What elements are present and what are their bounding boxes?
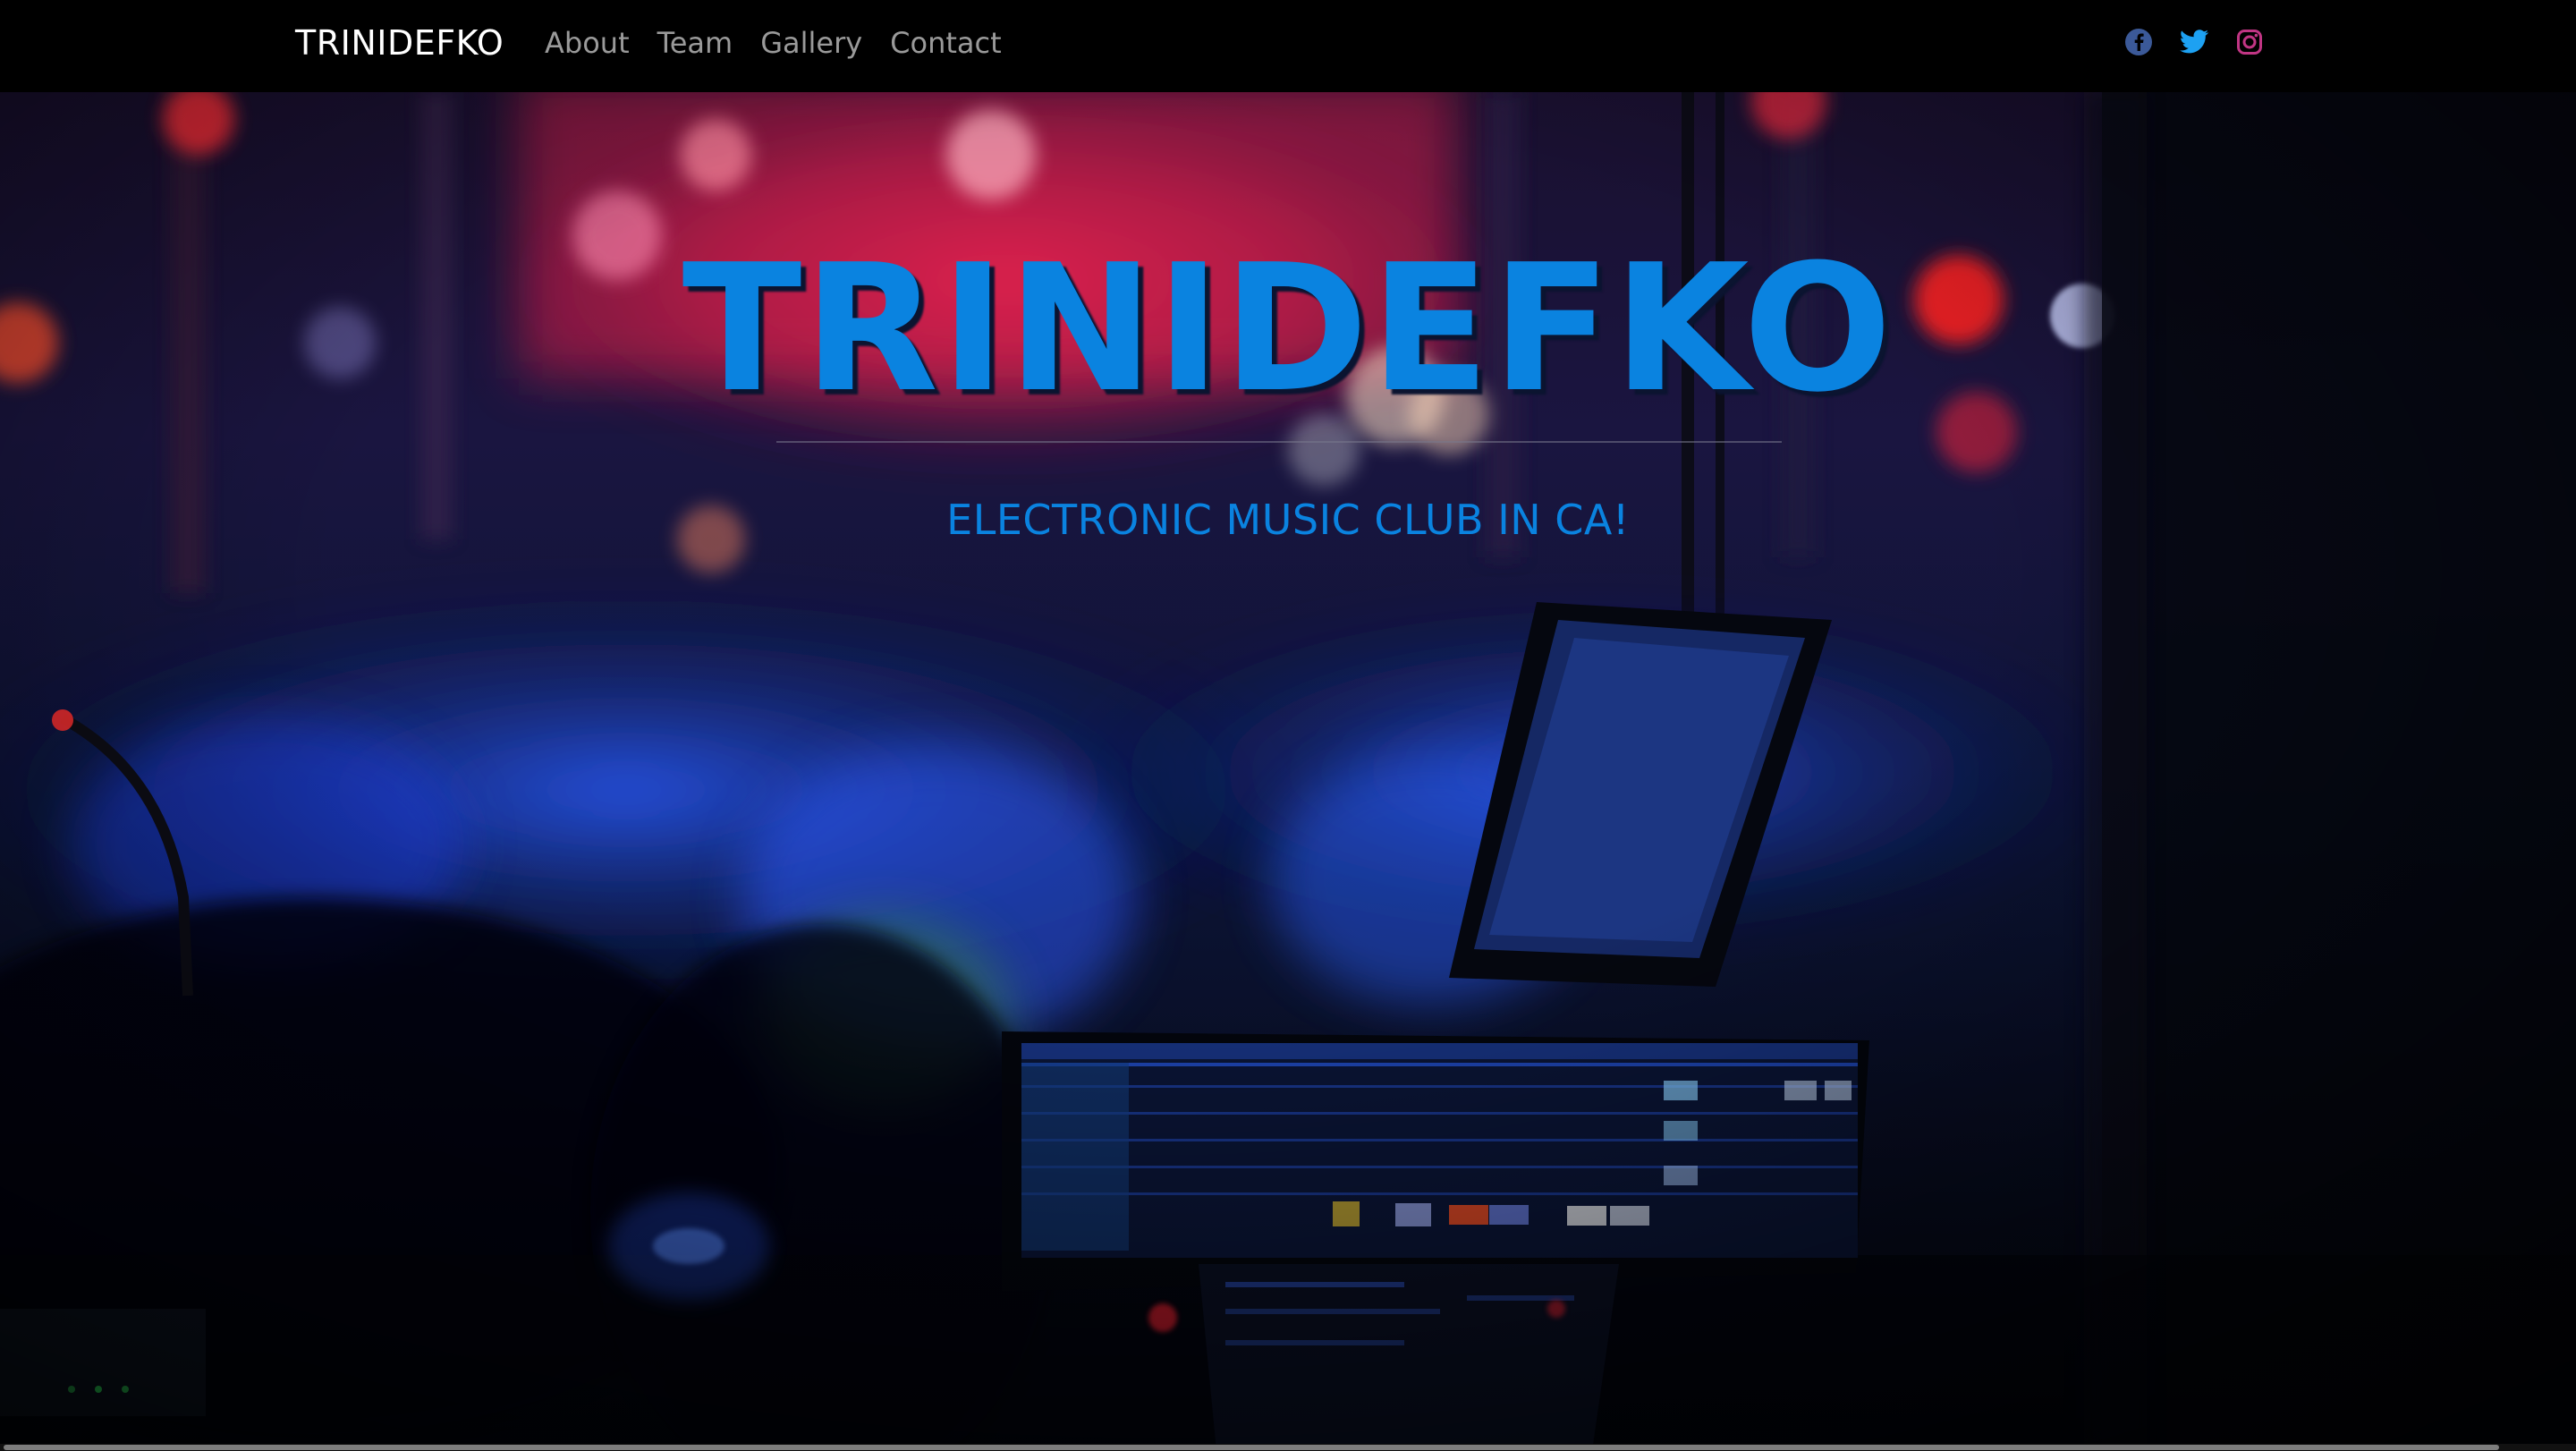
hero-section: TRINIDEFKO ELECTRONIC MUSIC CLUB IN CA! [0,92,2576,1451]
hero-title: TRINIDEFKO [682,227,1894,431]
facebook-icon[interactable] [2123,27,2154,57]
scrollbar-thumb[interactable] [4,1445,2499,1450]
twitter-icon[interactable] [2179,27,2209,57]
social-links [2123,27,2265,57]
horizontal-scrollbar[interactable] [0,1444,2576,1451]
nav-link-about[interactable]: About [545,21,630,64]
navbar: TRINIDEFKO About Team Gallery Contact [0,0,2576,92]
instagram-icon[interactable] [2234,27,2265,57]
brand-logo-link[interactable]: TRINIDEFKO [295,20,504,66]
hero-subtitle: ELECTRONIC MUSIC CLUB IN CA! [946,496,1630,544]
nav-link-contact[interactable]: Contact [890,21,1002,64]
nav-link-gallery[interactable]: Gallery [760,21,862,64]
nav-links: About Team Gallery Contact [545,21,1030,64]
hero-divider [776,441,1782,443]
nav-link-team[interactable]: Team [657,21,733,64]
